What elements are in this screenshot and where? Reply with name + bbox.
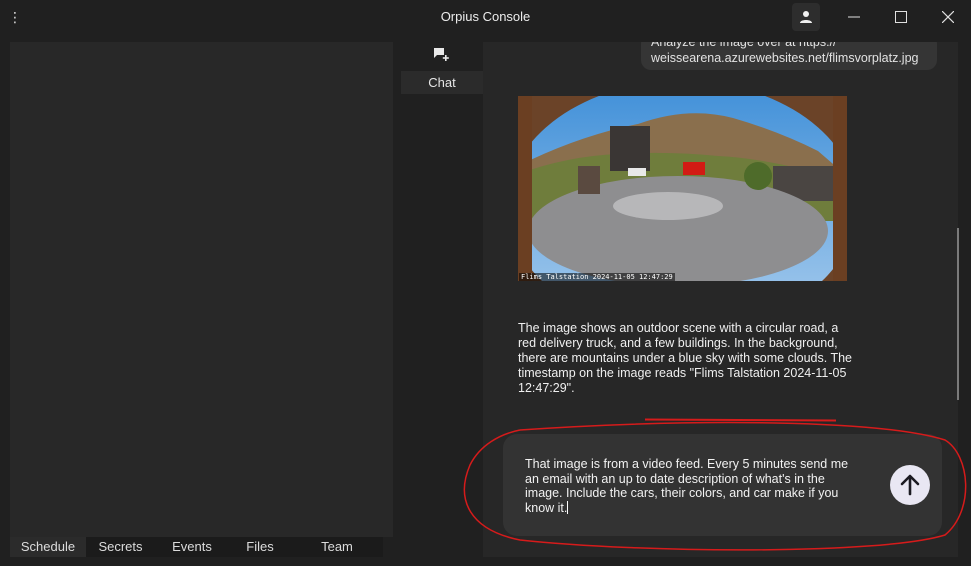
person-icon [800, 11, 812, 23]
bottom-tab-bar: Schedule Secrets Events Files Team [10, 537, 383, 557]
close-icon [942, 11, 954, 23]
minimize-icon [848, 16, 860, 18]
user-message-line-2: weissearena.azurewebsites.net/flimsvorpl… [651, 51, 919, 65]
message-input-text: That image is from a video feed. Every 5… [525, 457, 849, 515]
window-title: Orpius Console [440, 9, 531, 24]
maximize-icon [895, 11, 907, 23]
text-caret [567, 500, 569, 514]
send-button[interactable] [890, 465, 930, 505]
user-message-bubble: Analyze the image over at https:// weiss… [641, 42, 937, 70]
user-account-button[interactable] [792, 3, 820, 31]
message-input-box[interactable]: That image is from a video feed. Every 5… [503, 434, 942, 536]
tab-secrets[interactable]: Secrets [86, 537, 155, 557]
minimize-button[interactable] [831, 0, 877, 34]
tab-chat[interactable]: Chat [401, 71, 483, 94]
tab-schedule[interactable]: Schedule [10, 537, 86, 557]
chat-add-icon[interactable] [433, 47, 449, 61]
tab-events[interactable]: Events [155, 537, 229, 557]
assistant-message: The image shows an outdoor scene with a … [518, 321, 852, 395]
chat-scrollbar[interactable] [957, 228, 959, 400]
tab-team[interactable]: Team [291, 537, 383, 557]
tab-files[interactable]: Files [229, 537, 291, 557]
maximize-button[interactable] [878, 0, 924, 34]
arrow-up-icon [900, 474, 920, 496]
camera-image-graphic [518, 96, 847, 281]
user-message-line-1: Analyze the image over at https:// [651, 42, 837, 49]
schedule-panel [10, 42, 393, 537]
message-input[interactable]: That image is from a video feed. Every 5… [525, 457, 860, 515]
image-timestamp: Flims Talstation 2024-11-05 12:47:29 [519, 273, 675, 281]
title-bar: ⋮ Orpius Console [0, 0, 971, 34]
camera-image: Flims Talstation 2024-11-05 12:47:29 [518, 96, 847, 281]
close-button[interactable] [925, 0, 971, 34]
